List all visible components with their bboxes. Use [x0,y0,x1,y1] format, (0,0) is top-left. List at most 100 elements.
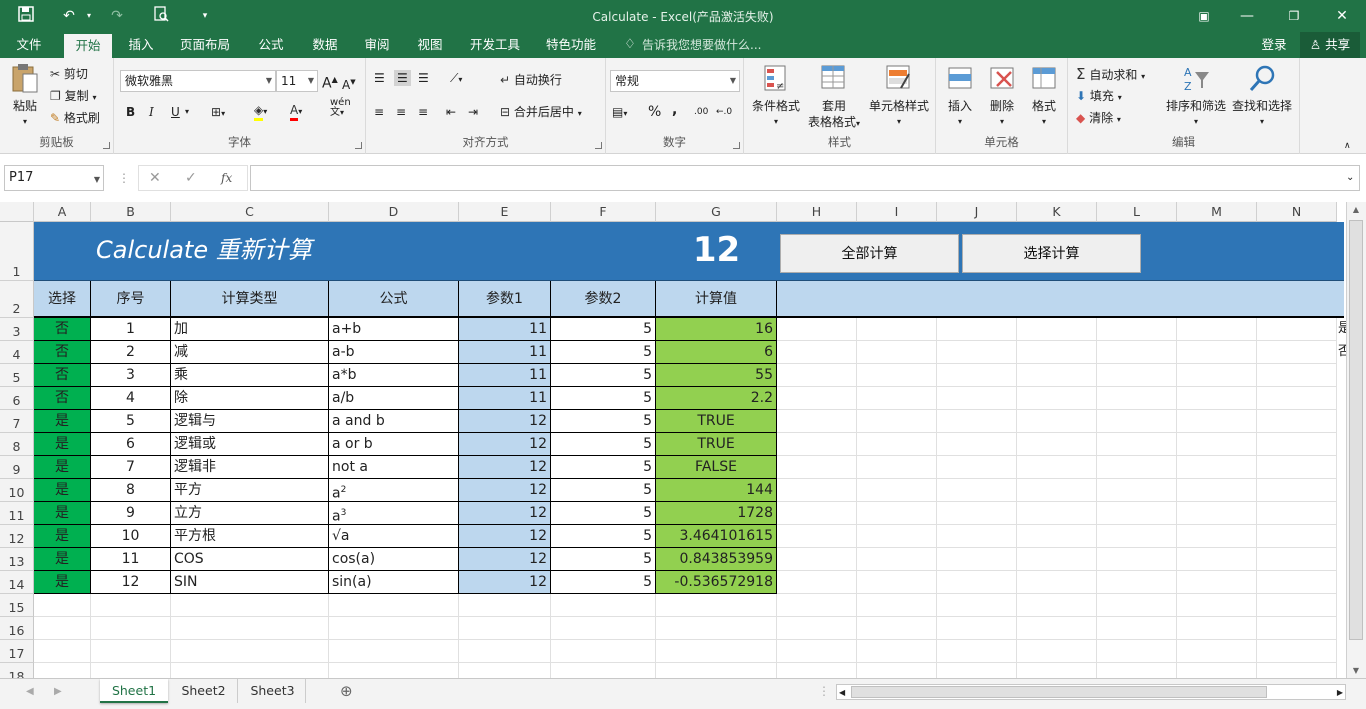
add-sheet-icon[interactable]: ⊕ [340,683,353,699]
header-cell[interactable]: 参数2 [551,281,656,318]
align-middle-icon[interactable]: ☰ [394,70,411,86]
column-header-i[interactable]: I [857,202,937,222]
row-header-14[interactable]: 14 [0,571,34,594]
empty-cell[interactable] [34,617,91,640]
empty-cell[interactable] [1257,341,1337,364]
empty-cell[interactable] [777,663,857,678]
scroll-down-icon[interactable]: ▼ [1350,666,1362,675]
grow-font-button[interactable]: A▲ [322,72,338,92]
empty-cell[interactable] [171,617,329,640]
row-header-10[interactable]: 10 [0,479,34,502]
empty-cell[interactable] [1097,456,1177,479]
row-header-11[interactable]: 11 [0,502,34,525]
tell-me-search[interactable]: 告诉我您想要做什么... [642,32,782,58]
autosum-button[interactable]: Σ 自动求和 ▾ [1076,66,1145,85]
empty-cell[interactable] [1177,318,1257,341]
row-header-6[interactable]: 6 [0,387,34,410]
data-cell[interactable]: 5 [551,479,656,502]
format-as-table-button[interactable]: 套用 表格格式▾ [804,64,864,132]
empty-cell[interactable] [937,387,1017,410]
data-cell[interactable]: 5 [551,341,656,364]
data-cell[interactable]: 5 [551,387,656,410]
orientation-icon[interactable]: ⟋▾ [450,70,462,88]
empty-cell[interactable] [1257,364,1337,387]
row-header-4[interactable]: 4 [0,341,34,364]
tab-features[interactable]: 特色功能 [538,32,604,58]
empty-cell[interactable] [91,617,171,640]
paste-button[interactable]: 粘贴 ▾ [8,62,42,126]
empty-cell[interactable] [656,617,777,640]
row-header-2[interactable]: 2 [0,281,34,318]
align-left-icon[interactable]: ≡ [374,104,384,120]
empty-cell[interactable] [1177,548,1257,571]
empty-cell[interactable] [937,571,1017,594]
empty-cell[interactable] [1017,594,1097,617]
font-launcher-icon[interactable] [355,142,362,149]
column-header-g[interactable]: G [656,202,777,222]
empty-cell[interactable] [777,387,857,410]
empty-cell[interactable] [1177,341,1257,364]
empty-cell[interactable] [937,502,1017,525]
share-button[interactable]: ♙ 共享 [1300,32,1360,58]
accounting-format-icon[interactable]: ▤▾ [612,104,627,122]
row-header-8[interactable]: 8 [0,433,34,456]
sort-filter-button[interactable]: AZ 排序和筛选 ▾ [1164,64,1228,130]
empty-cell[interactable] [1097,502,1177,525]
empty-cell[interactable] [1257,548,1337,571]
empty-cell[interactable] [1177,617,1257,640]
empty-cell[interactable] [459,617,551,640]
empty-cell[interactable] [1177,364,1257,387]
data-cell[interactable]: 是 [34,410,91,433]
tab-data[interactable]: 数据 [302,32,348,58]
empty-cell[interactable] [1177,525,1257,548]
decrease-indent-icon[interactable]: ⇤ [446,104,456,120]
empty-cell[interactable] [937,433,1017,456]
row-header-5[interactable]: 5 [0,364,34,387]
tab-formulas[interactable]: 公式 [248,32,294,58]
empty-cell[interactable] [777,341,857,364]
column-header-d[interactable]: D [329,202,459,222]
row-header-15[interactable]: 15 [0,594,34,617]
login-link[interactable]: 登录 [1254,32,1294,58]
empty-cell[interactable] [1097,571,1177,594]
empty-cell[interactable] [459,594,551,617]
column-header-k[interactable]: K [1017,202,1097,222]
empty-cell[interactable] [91,594,171,617]
fill-button[interactable]: ⬇ 填充 ▾ [1076,88,1122,106]
align-top-icon[interactable]: ☰ [374,70,385,86]
data-cell[interactable]: 11 [459,318,551,341]
align-bottom-icon[interactable]: ☰ [418,70,429,86]
increase-decimal-button[interactable]: .00 [694,104,708,120]
empty-cell[interactable] [1257,640,1337,663]
empty-cell[interactable] [1017,525,1097,548]
empty-cell[interactable] [1257,594,1337,617]
data-cell[interactable]: 5 [91,410,171,433]
data-cell[interactable]: 是 [34,433,91,456]
scroll-up-icon[interactable]: ▲ [1350,205,1362,214]
empty-cell[interactable] [777,594,857,617]
empty-cell[interactable] [857,502,937,525]
empty-cell[interactable] [1257,663,1337,678]
vertical-scroll-thumb[interactable] [1349,220,1363,640]
column-header-f[interactable]: F [551,202,656,222]
tab-review[interactable]: 审阅 [354,32,400,58]
number-launcher-icon[interactable] [733,142,740,149]
data-cell[interactable]: 减 [171,341,329,364]
data-cell[interactable]: a+b [329,318,459,341]
empty-cell[interactable] [1097,525,1177,548]
data-cell[interactable]: 逻辑与 [171,410,329,433]
data-cell[interactable]: 16 [656,318,777,341]
empty-cell[interactable] [777,433,857,456]
empty-cell[interactable] [1257,525,1337,548]
column-header-c[interactable]: C [171,202,329,222]
row-header-16[interactable]: 16 [0,617,34,640]
empty-cell[interactable] [1177,456,1257,479]
cancel-icon[interactable]: ✕ [149,170,161,186]
empty-cell[interactable] [777,318,857,341]
bold-button[interactable]: B [126,104,135,120]
empty-cell[interactable] [1177,571,1257,594]
empty-cell[interactable] [656,594,777,617]
data-cell[interactable]: 0.843853959 [656,548,777,571]
row-header-12[interactable]: 12 [0,525,34,548]
data-cell[interactable]: 12 [459,479,551,502]
